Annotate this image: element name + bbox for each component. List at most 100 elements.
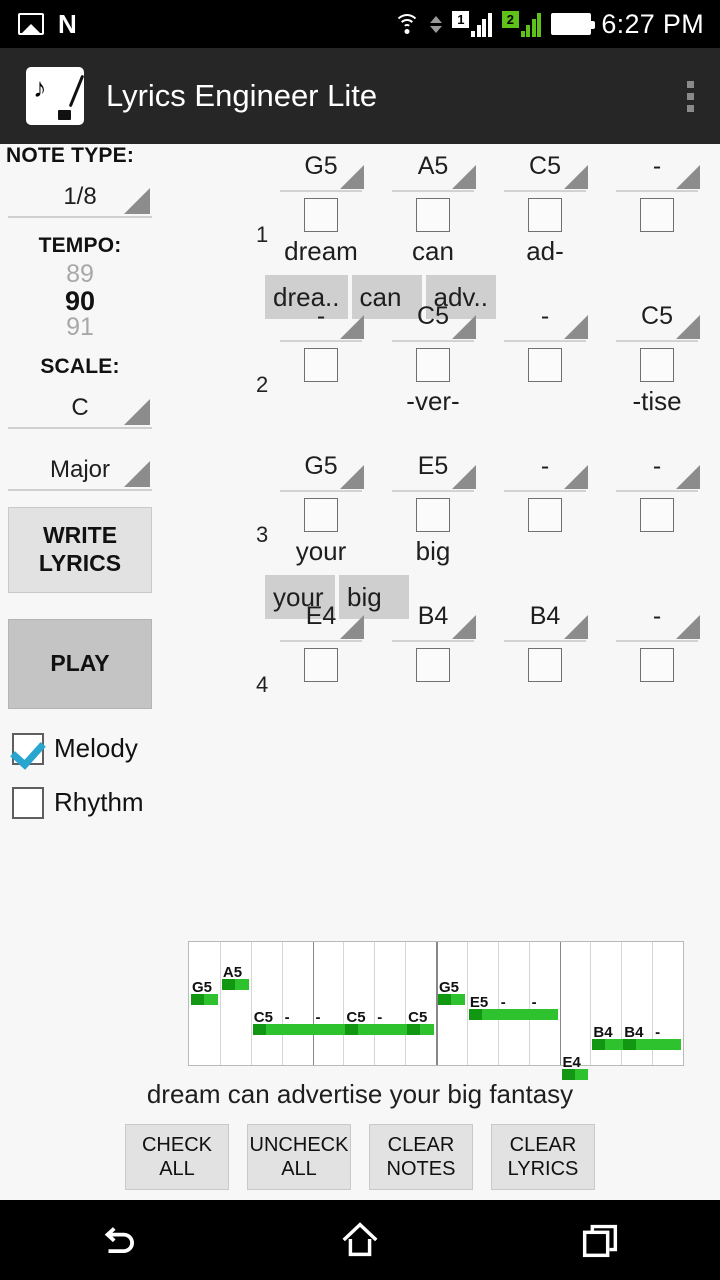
melody-checkbox-row[interactable]: Melody — [12, 732, 160, 765]
play-button[interactable]: PLAY — [8, 618, 152, 709]
battery-icon — [551, 13, 596, 35]
note-cell: G5 your — [265, 452, 377, 566]
note-selector[interactable]: C5 — [392, 302, 476, 342]
note-checkbox[interactable] — [528, 198, 562, 232]
status-bar-clock: 6:27 PM — [601, 8, 704, 39]
note-selector[interactable]: - — [504, 302, 588, 342]
chevron-down-icon — [124, 188, 150, 214]
note-value: - — [316, 302, 326, 330]
chevron-down-icon — [676, 165, 700, 189]
note-value: B4 — [529, 602, 561, 630]
chevron-down-icon — [452, 465, 476, 489]
scale-label: SCALE: — [40, 354, 120, 378]
note-selector[interactable]: - — [616, 452, 700, 492]
piano-roll-gridline — [590, 942, 592, 1065]
chevron-down-icon — [340, 615, 364, 639]
note-checkbox[interactable] — [640, 648, 674, 682]
piano-roll-note-head — [407, 1024, 421, 1035]
note-selector[interactable]: E5 — [392, 452, 476, 492]
piano-roll-tie-label: - — [315, 1009, 321, 1026]
piano-roll-note-label: E5 — [469, 994, 489, 1011]
note-checkbox[interactable] — [416, 348, 450, 382]
note-checkbox[interactable] — [416, 198, 450, 232]
status-bar-left-icons: N — [0, 11, 77, 37]
chevron-down-icon — [564, 615, 588, 639]
note-value: E5 — [417, 452, 449, 480]
note-checkbox[interactable] — [528, 648, 562, 682]
sim2-signal-icon: 2 — [501, 11, 542, 37]
note-checkbox[interactable] — [416, 648, 450, 682]
overflow-menu-icon[interactable] — [687, 80, 694, 112]
write-lyrics-button[interactable]: WRITE LYRICS — [8, 506, 152, 593]
rhythm-checkbox[interactable] — [12, 786, 44, 819]
note-checkbox[interactable] — [304, 348, 338, 382]
note-selector[interactable]: B4 — [504, 602, 588, 642]
clear-notes-button[interactable]: CLEAR NOTES — [369, 1124, 473, 1190]
tempo-current-value[interactable]: 90 — [0, 287, 160, 316]
clear-lyrics-button[interactable]: CLEAR LYRICS — [491, 1124, 595, 1190]
piano-roll-note-label: C5 — [253, 1009, 273, 1026]
syllable-label — [489, 536, 601, 566]
note-cell: E4 — [265, 602, 377, 682]
write-lyrics-label-line1: WRITE — [42, 522, 118, 549]
note-selector[interactable]: C5 — [616, 302, 700, 342]
note-checkbox[interactable] — [528, 348, 562, 382]
measure-cells: - C5 -ver- - C5 -tise — [265, 302, 715, 416]
note-checkbox[interactable] — [416, 498, 450, 532]
note-type-spinner[interactable]: 1/8 — [8, 178, 152, 218]
chevron-down-icon — [452, 615, 476, 639]
note-selector[interactable]: B4 — [392, 602, 476, 642]
app-logo-icon: ♪ — [26, 67, 85, 125]
melody-checkbox[interactable] — [12, 732, 44, 765]
note-checkbox[interactable] — [304, 198, 338, 232]
tempo-next-value[interactable]: 91 — [0, 315, 160, 341]
tempo-label: TEMPO: — [38, 234, 122, 257]
note-cell: - — [601, 452, 713, 566]
chevron-down-icon — [564, 465, 588, 489]
wifi-icon — [394, 14, 421, 34]
uncheck-all-button[interactable]: UNCHECK ALL — [247, 1124, 351, 1190]
note-selector[interactable]: C5 — [504, 152, 588, 192]
note-selector[interactable]: - — [616, 602, 700, 642]
app-title: Lyrics Engineer Lite — [106, 78, 378, 113]
note-selector[interactable]: - — [616, 152, 700, 192]
measure-row: 2 - C5 -ver- - C5 -tise — [160, 294, 720, 444]
tempo-previous-value[interactable]: 89 — [0, 261, 160, 288]
tempo-picker[interactable]: 89 90 91 — [0, 261, 160, 341]
note-value: - — [652, 452, 662, 480]
chevron-down-icon — [676, 615, 700, 639]
scale-mode-spinner[interactable]: Major — [8, 451, 152, 491]
piano-roll-tie-label: - — [377, 1009, 383, 1026]
chevron-down-icon — [124, 460, 150, 487]
rhythm-checkbox-row[interactable]: Rhythm — [12, 786, 160, 819]
piano-roll[interactable]: G5 A5 C5- - C5- C5 G5 E5- - E4 B4 B4- — [188, 941, 684, 1080]
note-selector[interactable]: - — [280, 302, 364, 342]
note-checkbox[interactable] — [304, 648, 338, 682]
note-cell: - — [265, 302, 377, 416]
home-button[interactable] — [300, 1210, 420, 1270]
check-all-button[interactable]: CHECK ALL — [125, 1124, 229, 1190]
chevron-down-icon — [564, 315, 588, 339]
recents-button[interactable] — [540, 1210, 660, 1270]
back-button[interactable] — [60, 1210, 180, 1270]
note-checkbox[interactable] — [304, 498, 338, 532]
note-checkbox[interactable] — [528, 498, 562, 532]
system-navigation-bar — [0, 1200, 720, 1280]
note-cell: C5 ad- — [489, 152, 601, 266]
note-selector[interactable]: - — [504, 452, 588, 492]
note-value: C5 — [417, 302, 449, 330]
scale-root-spinner[interactable]: C — [8, 389, 152, 429]
uncheck-all-label-line1: UNCHECK — [249, 1134, 349, 1156]
syllable-label: can — [412, 236, 454, 266]
sim1-bars — [471, 13, 492, 37]
main-content: NOTE TYPE: 1/8 TEMPO: 89 90 91 SCALE: C … — [0, 144, 720, 1222]
note-checkbox[interactable] — [640, 348, 674, 382]
note-selector[interactable]: E4 — [280, 602, 364, 642]
note-selector[interactable]: A5 — [392, 152, 476, 192]
note-selector[interactable]: G5 — [280, 452, 364, 492]
note-checkbox[interactable] — [640, 198, 674, 232]
note-selector[interactable]: G5 — [280, 152, 364, 192]
syllable-label — [489, 386, 601, 416]
note-checkbox[interactable] — [640, 498, 674, 532]
melody-label: Melody — [54, 733, 138, 764]
